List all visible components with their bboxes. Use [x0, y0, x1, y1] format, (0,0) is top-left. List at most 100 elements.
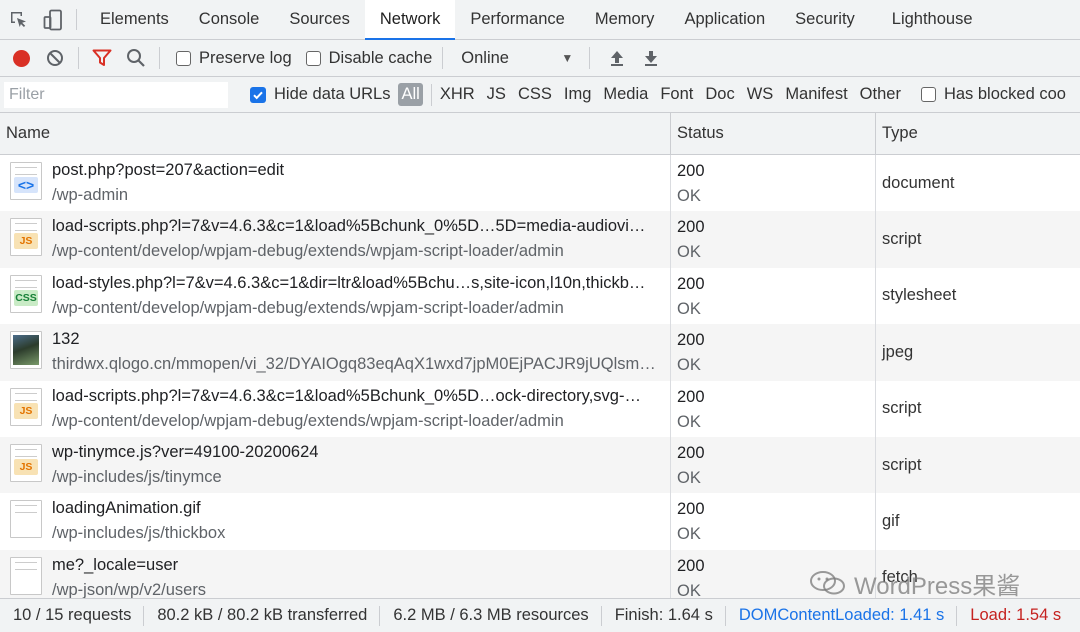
tab-security[interactable]: Security	[780, 0, 870, 39]
cell-name: JS load-scripts.php?l=7&v=4.6.3&c=1&load%…	[0, 211, 671, 268]
type-filter-manifest[interactable]: Manifest	[779, 85, 853, 104]
type-filter-doc[interactable]: Doc	[699, 85, 740, 104]
status-code: 200	[677, 556, 705, 575]
tab-label: Console	[198, 10, 260, 28]
cell-name: JS load-scripts.php?l=7&v=4.6.3&c=1&load%…	[0, 380, 671, 437]
request-name[interactable]: load-scripts.php?l=7&v=4.6.3&c=1&load%5B…	[52, 386, 658, 407]
cell-status: 200 OK	[671, 549, 876, 598]
status-text: OK	[677, 187, 701, 205]
type-filter-font[interactable]: Font	[654, 85, 699, 104]
divider	[442, 47, 444, 69]
transferred-size: 80.2 kB / 80.2 kB transferred	[157, 606, 368, 624]
status-code: 200	[677, 331, 705, 350]
type-filter-xhr[interactable]: XHR	[434, 85, 481, 104]
cell-status: 200 OK	[671, 324, 876, 381]
cell-type: script	[876, 381, 1080, 437]
table-row[interactable]: 132 thirdwx.qlogo.cn/mmopen/vi_32/DYAIOgq…	[0, 324, 1080, 381]
record-button[interactable]	[4, 40, 38, 77]
status-text: OK	[677, 581, 701, 598]
column-header-type[interactable]: Type	[876, 113, 1080, 154]
divider	[159, 47, 160, 69]
tab-console[interactable]: Console	[184, 0, 275, 39]
hide-data-urls-checkbox[interactable]	[250, 86, 266, 103]
search-button[interactable]	[119, 40, 153, 77]
load-time: Load: 1.54 s	[970, 606, 1062, 624]
resource-type: script	[882, 230, 922, 249]
css-file-icon: CSS	[10, 274, 42, 313]
table-row[interactable]: CSS load-styles.php?l=7&v=4.6.3&c=1&dir=l…	[0, 267, 1080, 325]
tab-label: Network	[379, 10, 441, 28]
request-name[interactable]: load-styles.php?l=7&v=4.6.3&c=1&dir=ltr&…	[52, 273, 658, 294]
tab-label: Performance	[470, 10, 565, 28]
request-name[interactable]: 132	[52, 329, 658, 350]
preserve-log-checkbox[interactable]	[176, 50, 191, 66]
table-row[interactable]: loadingAnimation.gif/wp-includes/js/thic…	[0, 493, 1080, 550]
export-har-button[interactable]	[634, 40, 668, 77]
has-blocked-cookies-checkbox[interactable]	[920, 87, 936, 102]
tab-sources[interactable]: Sources	[274, 0, 365, 39]
tab-performance[interactable]: Performance	[455, 0, 579, 39]
request-path: /wp-content/develop/wpjam-debug/extends/…	[52, 411, 564, 430]
network-toolbar: Preserve log Disable cache Online ▼	[0, 40, 1080, 77]
filter-icon	[92, 49, 112, 66]
throttling-select[interactable]: Online ▼	[461, 49, 583, 68]
cell-name: JS wp-tinymce.js?ver=49100-20200624/wp-in…	[0, 436, 671, 494]
tab-label: Lighthouse	[891, 10, 973, 28]
table-row[interactable]: <> post.php?post=207&action=edit/wp-admin…	[0, 155, 1080, 212]
request-name[interactable]: me?_locale=user	[52, 555, 658, 576]
column-header-status[interactable]: Status	[671, 113, 876, 154]
import-har-button[interactable]	[600, 40, 634, 77]
column-header-name[interactable]: Name	[0, 113, 671, 154]
table-row[interactable]: JS wp-tinymce.js?ver=49100-20200624/wp-in…	[0, 436, 1080, 494]
type-filter-media[interactable]: Media	[597, 85, 654, 104]
js-file-icon: JS	[10, 218, 42, 257]
type-filter-ws[interactable]: WS	[741, 85, 780, 104]
type-filter-js[interactable]: JS	[481, 85, 512, 104]
file-icon	[10, 500, 42, 539]
request-name[interactable]: loadingAnimation.gif	[52, 498, 658, 519]
table-row[interactable]: me?_locale=user/wp-json/wp/v2/users 200 OK…	[0, 549, 1080, 598]
inspect-element-icon[interactable]	[0, 0, 38, 39]
tab-network[interactable]: Network	[364, 0, 456, 40]
column-header-label: Name	[6, 124, 51, 142]
request-list: <> post.php?post=207&action=edit/wp-admin…	[0, 155, 1080, 598]
tab-elements[interactable]: Elements	[85, 0, 184, 39]
tab-label: Sources	[289, 10, 350, 28]
tab-lighthouse[interactable]: Lighthouse	[870, 0, 988, 39]
tab-label: Elements	[100, 10, 169, 28]
request-name[interactable]: wp-tinymce.js?ver=49100-20200624	[52, 442, 658, 463]
status-text: OK	[677, 299, 701, 318]
tab-label: Memory	[594, 10, 655, 28]
disable-cache-checkbox[interactable]	[305, 50, 321, 66]
status-code: 200	[677, 218, 705, 237]
type-filter-img[interactable]: Img	[558, 85, 598, 104]
type-filter-other[interactable]: Other	[854, 85, 907, 104]
type-filter-css[interactable]: CSS	[512, 85, 558, 104]
filter-input[interactable]	[4, 81, 228, 108]
resources-size: 6.2 MB / 6.3 MB resources	[393, 606, 589, 624]
type-filter-all[interactable]: All	[398, 83, 423, 106]
tab-memory[interactable]: Memory	[580, 0, 670, 39]
filter-toggle-button[interactable]	[85, 40, 119, 77]
divider	[430, 83, 432, 106]
tab-application[interactable]: Application	[669, 0, 780, 39]
request-name[interactable]: load-scripts.php?l=7&v=4.6.3&c=1&load%5B…	[52, 216, 658, 237]
resource-type: gif	[882, 512, 900, 531]
status-text: OK	[677, 356, 701, 375]
cell-name: CSS load-styles.php?l=7&v=4.6.3&c=1&dir=l…	[0, 267, 671, 325]
divider	[76, 9, 77, 30]
cell-type: fetch	[876, 550, 1080, 598]
cell-name: 132 thirdwx.qlogo.cn/mmopen/vi_32/DYAIOgq…	[0, 324, 671, 381]
cell-type: script	[876, 437, 1080, 493]
resource-type: script	[882, 399, 922, 418]
table-row[interactable]: JS load-scripts.php?l=7&v=4.6.3&c=1&load%…	[0, 380, 1080, 437]
js-file-icon: JS	[10, 387, 42, 426]
device-toolbar-icon[interactable]	[38, 0, 68, 39]
clear-button[interactable]	[38, 40, 72, 77]
request-name[interactable]: post.php?post=207&action=edit	[52, 160, 658, 181]
network-summary-bar: 10 / 15 requests 80.2 kB / 80.2 kB trans…	[0, 598, 1080, 632]
table-row[interactable]: JS load-scripts.php?l=7&v=4.6.3&c=1&load%…	[0, 211, 1080, 268]
dom-content-loaded-time: DOMContentLoaded: 1.41 s	[738, 606, 945, 624]
cell-status: 200 OK	[671, 493, 876, 550]
disable-cache-label: Disable cache	[328, 48, 433, 67]
